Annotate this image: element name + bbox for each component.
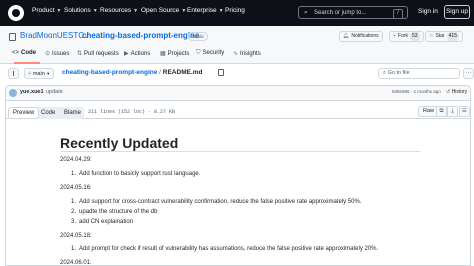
tab-projects[interactable]: ▦ Projects [160, 50, 189, 57]
search-input[interactable]: ⌕ Search or jump to... / [298, 6, 408, 19]
breadcrumb-file: README.md [162, 69, 203, 76]
bell-icon: 🔔︎ [343, 33, 350, 39]
avatar[interactable] [9, 89, 17, 97]
tab-security[interactable]: ⛉ Security [196, 50, 224, 57]
heading-divider [60, 151, 420, 152]
search-icon: ⌕ [304, 9, 308, 16]
tab-pull-requests[interactable]: ⇅ Pull requests [77, 50, 119, 57]
file-info: 211 lines (152 loc) · 8.27 KB [88, 109, 176, 115]
readme-title: Recently Updated [60, 135, 179, 151]
chevron-down-icon: ▼ [56, 8, 62, 14]
star-button[interactable]: ☆ Star 415 [425, 31, 463, 42]
side-panel-toggle-button[interactable] [8, 68, 19, 79]
commit-meta[interactable]: 838e986 · 2 months ago [392, 89, 441, 94]
star-icon: ☆ [429, 33, 434, 39]
notifications-button[interactable]: 🔔︎ Notifications [339, 31, 383, 42]
tab-code-view[interactable]: Code [37, 107, 59, 119]
chevron-down-icon: ▼ [181, 8, 187, 14]
copy-icon[interactable]: ⧉ [436, 106, 447, 117]
sign-in-link[interactable]: Sign in [418, 8, 438, 15]
list-item: 1. Add function to basicly support rust l… [71, 171, 201, 177]
breadcrumb-repo-link[interactable]: cheating-based-prompt-engine [62, 69, 157, 76]
chevron-down-icon: ▼ [46, 71, 51, 76]
breadcrumb: cheating-based-prompt-engine / README.md [62, 69, 203, 76]
pull-request-icon: ⇅ [77, 51, 83, 57]
actions-icon: ▶ [124, 51, 129, 57]
outline-icon[interactable]: ☰ [459, 106, 470, 117]
issues-icon: ⊙ [45, 51, 51, 57]
tab-issues[interactable]: ⊙ Issues [45, 50, 69, 57]
nav-product[interactable]: Product ▼ [32, 7, 61, 14]
search-shortcut-key: / [393, 9, 403, 19]
search-icon: ⌕ [383, 70, 387, 76]
fork-icon: ⑂ [393, 33, 397, 39]
list-item: 1. Add prompt for check if result of vuln… [71, 246, 379, 252]
chevron-down-icon: ▼ [133, 8, 139, 14]
tab-actions[interactable]: ▶ Actions [124, 50, 150, 57]
visibility-badge: Public [188, 32, 209, 41]
sign-up-button[interactable]: Sign up [444, 5, 470, 19]
projects-icon: ▦ [160, 51, 166, 57]
code-icon: <> [12, 50, 20, 56]
nav-pricing[interactable]: Pricing [225, 7, 245, 14]
commit-message[interactable]: update [46, 89, 63, 95]
tab-code[interactable]: <> Code [12, 50, 36, 56]
list-item: 1. Add support for cross-contract vulnera… [71, 199, 362, 205]
repo-icon [9, 33, 16, 41]
nav-enterprise[interactable]: Enterprise ▼ [187, 7, 224, 14]
history-button[interactable]: ↺ History [446, 89, 467, 95]
fork-button[interactable]: ⑂ Fork 53 [389, 31, 424, 42]
fork-count: 53 [410, 32, 420, 41]
nav-open-source[interactable]: Open Source ▼ [141, 7, 186, 14]
star-count: 415 [446, 32, 459, 41]
section-date: 2024.04.29: [60, 157, 92, 163]
copy-path-icon[interactable] [218, 69, 224, 76]
chevron-down-icon: ▼ [218, 8, 224, 14]
nav-solutions[interactable]: Solutions ▼ [64, 7, 98, 14]
download-icon[interactable]: ⤓ [447, 106, 458, 117]
branch-select-button[interactable]: ⑂ main ▼ [24, 68, 54, 79]
more-options-button[interactable]: ··· [463, 68, 474, 79]
file-view [5, 101, 471, 266]
repo-owner-link[interactable]: BradMoonUESTC / [20, 31, 89, 40]
history-icon: ↺ [446, 89, 451, 95]
commit-author[interactable]: yue.xue1 [20, 89, 44, 95]
tab-insights[interactable]: ∿ Insights [233, 50, 261, 57]
branch-icon: ⑂ [28, 71, 32, 77]
section-date: 2024.05.16: [60, 185, 92, 191]
github-logo-icon[interactable] [8, 5, 24, 21]
go-to-file-input[interactable]: ⌕ Go to file [378, 68, 460, 79]
search-placeholder: Search or jump to... [314, 9, 367, 16]
section-date: 2024.05.18: [60, 233, 92, 239]
list-item: 3. add CN explaination [71, 219, 134, 225]
list-item: 2. upadte the structure of the db [71, 209, 158, 215]
section-date: 2024.06.01: [60, 260, 92, 266]
tab-preview[interactable]: Preview [8, 107, 40, 119]
active-tab-indicator [14, 62, 40, 64]
nav-resources[interactable]: Resources ▼ [100, 7, 138, 14]
chevron-down-icon: ▼ [92, 8, 98, 14]
insights-icon: ∿ [233, 51, 239, 57]
tab-blame[interactable]: Blame [60, 107, 85, 119]
repo-name-link[interactable]: cheating-based-prompt-engine [82, 31, 199, 40]
security-icon: ⛉ [196, 50, 201, 56]
